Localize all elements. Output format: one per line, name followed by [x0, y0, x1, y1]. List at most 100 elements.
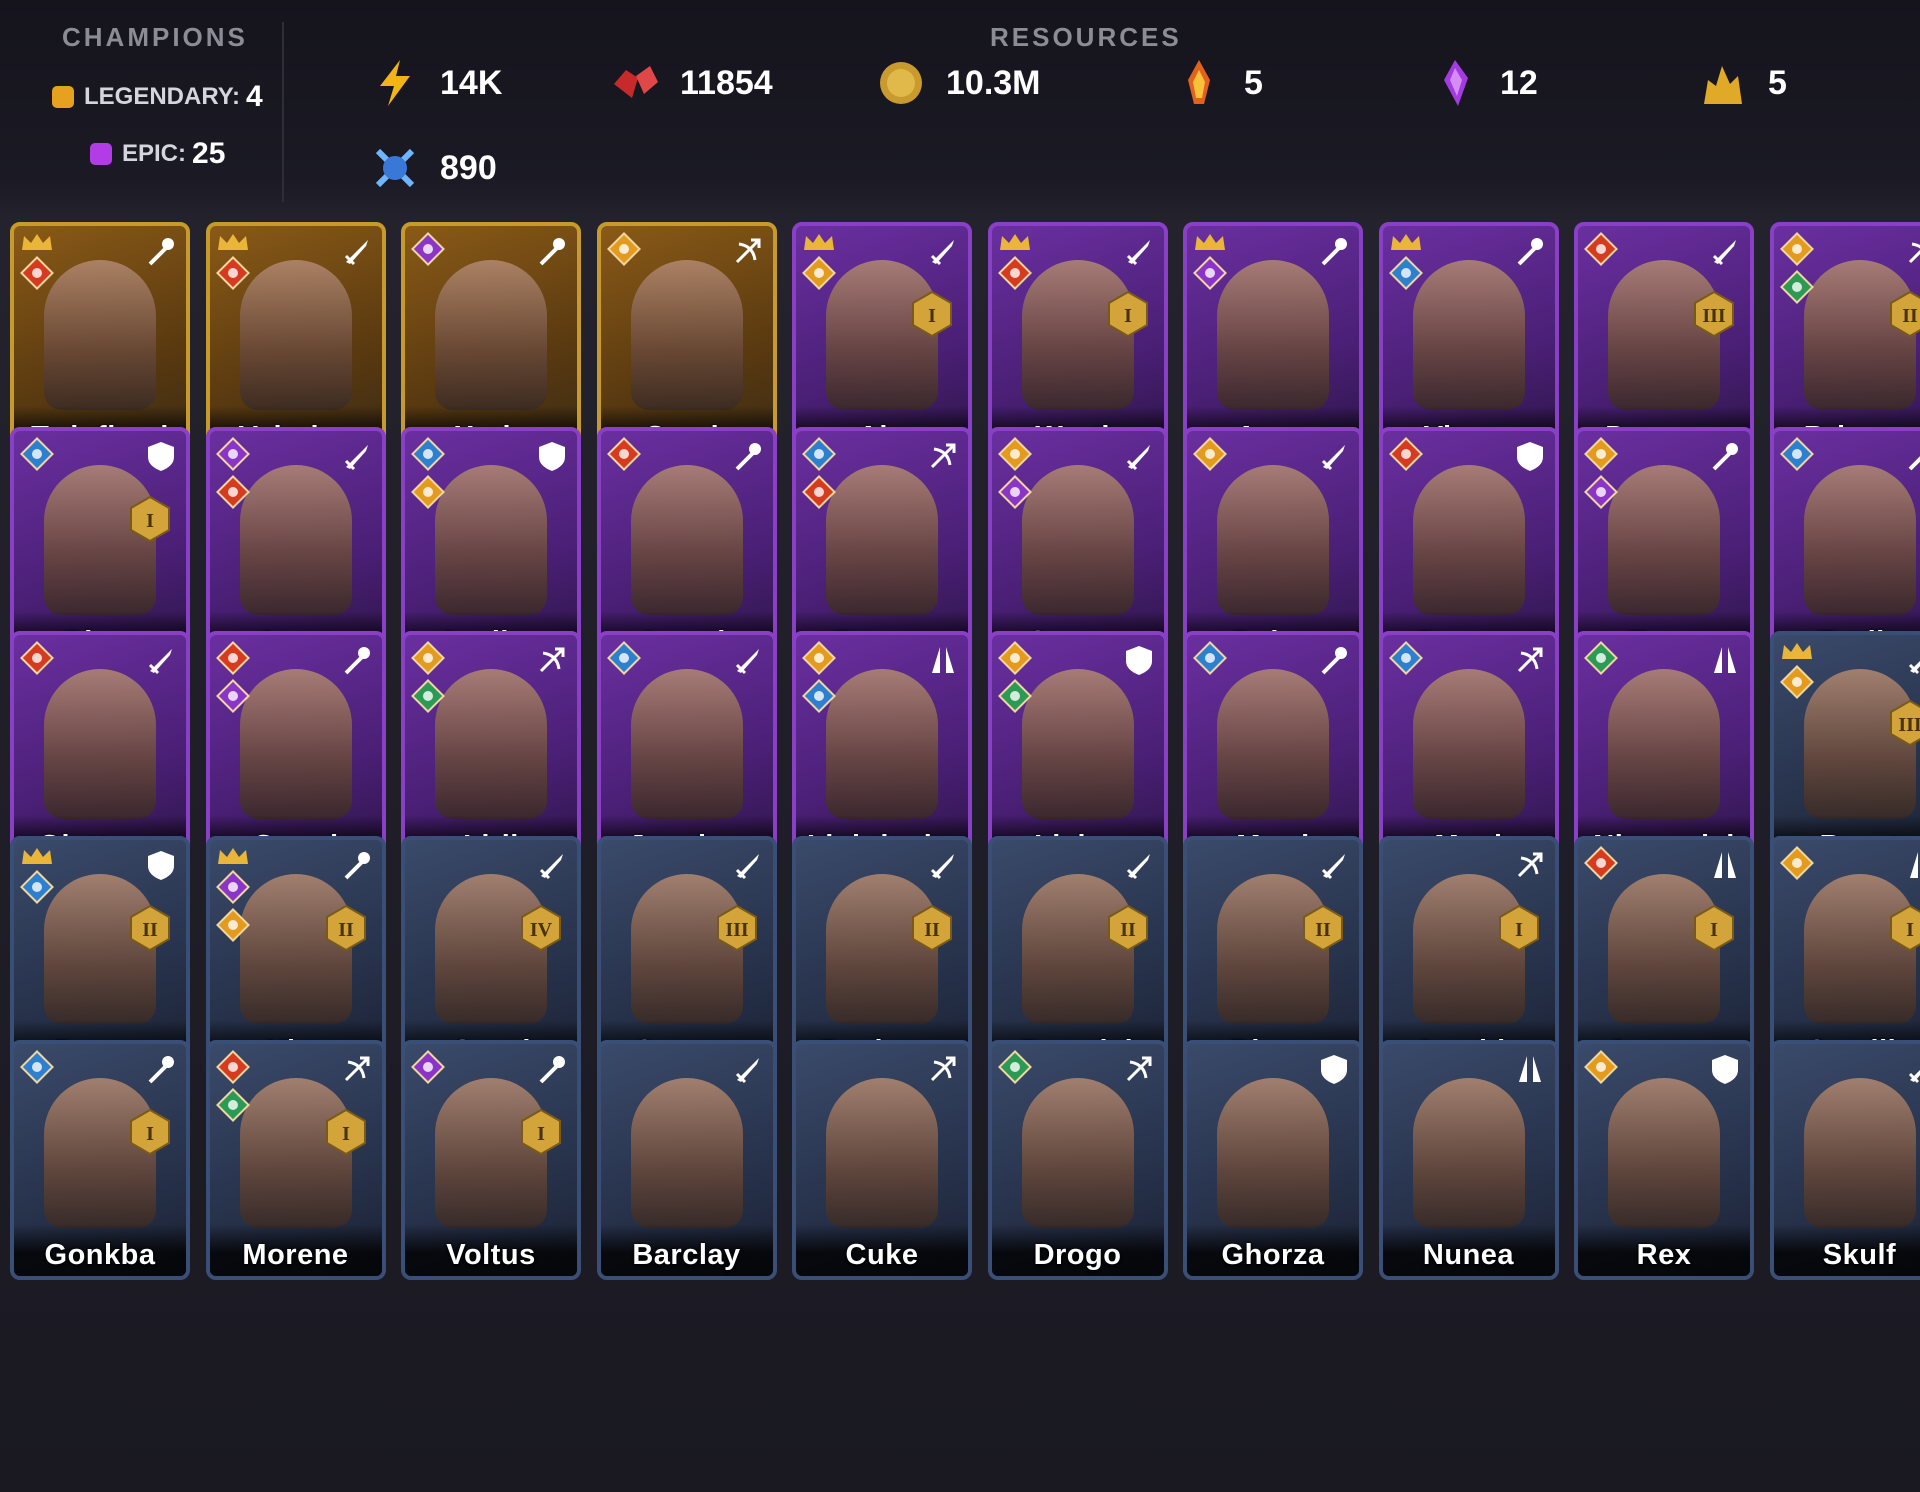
sword-icon: [344, 240, 368, 266]
champion-portrait: [44, 669, 156, 819]
champion-name: Ghorza: [1221, 1239, 1325, 1271]
affinity-badges: [215, 232, 250, 290]
rank-numeral: I: [146, 510, 154, 532]
affinity-badges: [215, 641, 250, 713]
magic-affinity-icon: [20, 1050, 54, 1084]
ascension-rank-icon: I: [1498, 904, 1539, 951]
affinity-badges: [802, 641, 836, 713]
spirit-affinity-icon: [1584, 1050, 1618, 1084]
sword-icon: [1321, 444, 1345, 470]
void-affinity-icon: [997, 474, 1032, 509]
force-affinity-icon: [215, 474, 250, 509]
spirit-affinity-icon: [1779, 845, 1814, 880]
spirit-affinity-icon: [1584, 436, 1618, 471]
magic-affinity-icon: [606, 641, 641, 675]
champion-card[interactable]: Barclay: [596, 1040, 777, 1280]
champion-portrait: [1021, 1078, 1134, 1228]
affinity-badges: [20, 846, 54, 904]
void-affinity-icon: [1193, 256, 1227, 290]
legendary-number: 4: [246, 80, 263, 113]
ascension-rank-icon: II: [130, 904, 170, 951]
rank-numeral: I: [537, 1123, 545, 1145]
resources-title: RESOURCES: [990, 22, 1182, 52]
resource-value: 5: [1244, 63, 1263, 102]
epic-count: EPIC: 25: [90, 137, 225, 171]
nature-affinity-icon: [1584, 641, 1618, 675]
magic-icon: [539, 1056, 565, 1084]
champion-card[interactable]: I Morene: [205, 1040, 386, 1280]
void-affinity-icon: [411, 1050, 445, 1084]
rank-numeral: II: [338, 919, 354, 941]
force-affinity-icon: [1388, 436, 1423, 471]
void-affinity-icon: [1584, 474, 1618, 509]
affinity-badges: [997, 641, 1032, 713]
champion-card[interactable]: Skulf: [1769, 1040, 1920, 1280]
champion-card[interactable]: Ghorza: [1183, 1040, 1363, 1280]
champion-portrait: [435, 464, 547, 615]
resource-value: 10.3M: [946, 63, 1041, 102]
champion-card[interactable]: Cuke: [792, 1040, 972, 1280]
sword-icon: [1908, 1069, 1920, 1084]
sword-icon: [344, 444, 368, 470]
rank-numeral: III: [725, 919, 749, 941]
champion-portrait: [1217, 1078, 1329, 1228]
champion-name: Drogo: [1033, 1239, 1122, 1271]
champion-grid: TwinfiendValeriyaXarisCrachIAinIWrathAeo…: [0, 222, 1920, 1492]
affinity-badges: [1193, 641, 1227, 675]
affinity-badges: [411, 641, 445, 713]
resource-gold-pile: 5: [1698, 58, 1787, 108]
affinity-badges: [997, 436, 1032, 509]
affinity-badges: [997, 1050, 1032, 1084]
affinity-badges: [1388, 436, 1423, 471]
affinity-badges: [1779, 436, 1814, 471]
magic-icon: [1908, 455, 1920, 470]
crown-icon: [1195, 234, 1225, 250]
champion-name: Morene: [242, 1239, 349, 1271]
sword-icon: [1126, 853, 1150, 879]
ascension-rank-icon: II: [912, 904, 952, 951]
rank-numeral: IV: [530, 919, 553, 941]
champion-name: Rex: [1636, 1239, 1692, 1271]
spirit-affinity-icon: [1779, 665, 1814, 699]
champion-card[interactable]: Rex: [1574, 1040, 1754, 1280]
sword-icon: [1712, 240, 1736, 266]
ascension-rank-icon: I: [1107, 290, 1148, 338]
rank-numeral: II: [1902, 305, 1918, 327]
spirit-affinity-icon: [411, 641, 445, 675]
affinity-badges: [411, 436, 445, 509]
bow-icon: [1126, 1056, 1151, 1082]
ascension-rank-icon: II: [1107, 904, 1148, 951]
magic-icon: [1712, 442, 1738, 470]
bow-icon: [1517, 852, 1542, 877]
rank-numeral: I: [1515, 919, 1523, 941]
magic-icon: [344, 851, 370, 879]
champion-card[interactable]: I Voltus: [401, 1040, 581, 1280]
sword-icon: [735, 853, 759, 879]
magic-icon: [539, 238, 565, 266]
champion-card[interactable]: I Gonkba: [10, 1040, 190, 1280]
champion-card[interactable]: Nunea: [1378, 1040, 1559, 1280]
silver-coin-icon: [880, 62, 922, 104]
affinity-badges: [20, 436, 54, 471]
void-affinity-icon: [215, 869, 250, 904]
magic-icon: [344, 647, 370, 675]
sword-icon: [930, 240, 954, 266]
magic-affinity-icon: [1388, 256, 1423, 290]
crown-icon: [22, 847, 52, 864]
crown-icon: [1781, 643, 1812, 659]
nature-affinity-icon: [411, 679, 445, 713]
affinity-badges: [1779, 641, 1814, 699]
shield-icon: [1321, 1055, 1347, 1084]
ascension-rank-icon: I: [130, 1108, 170, 1156]
magic-affinity-icon: [20, 436, 54, 471]
rank-numeral: I: [342, 1123, 350, 1145]
champion-portrait: [630, 464, 743, 615]
epic-dot-icon: [90, 143, 112, 165]
spirit-affinity-icon: [215, 907, 250, 942]
spirit-affinity-icon: [411, 474, 445, 509]
rank-numeral: I: [1124, 305, 1132, 327]
prayer-icon: [1714, 647, 1736, 673]
champion-card[interactable]: Drogo: [987, 1040, 1168, 1280]
affinity-badges: [606, 436, 641, 471]
rank-numeral: II: [924, 919, 940, 941]
